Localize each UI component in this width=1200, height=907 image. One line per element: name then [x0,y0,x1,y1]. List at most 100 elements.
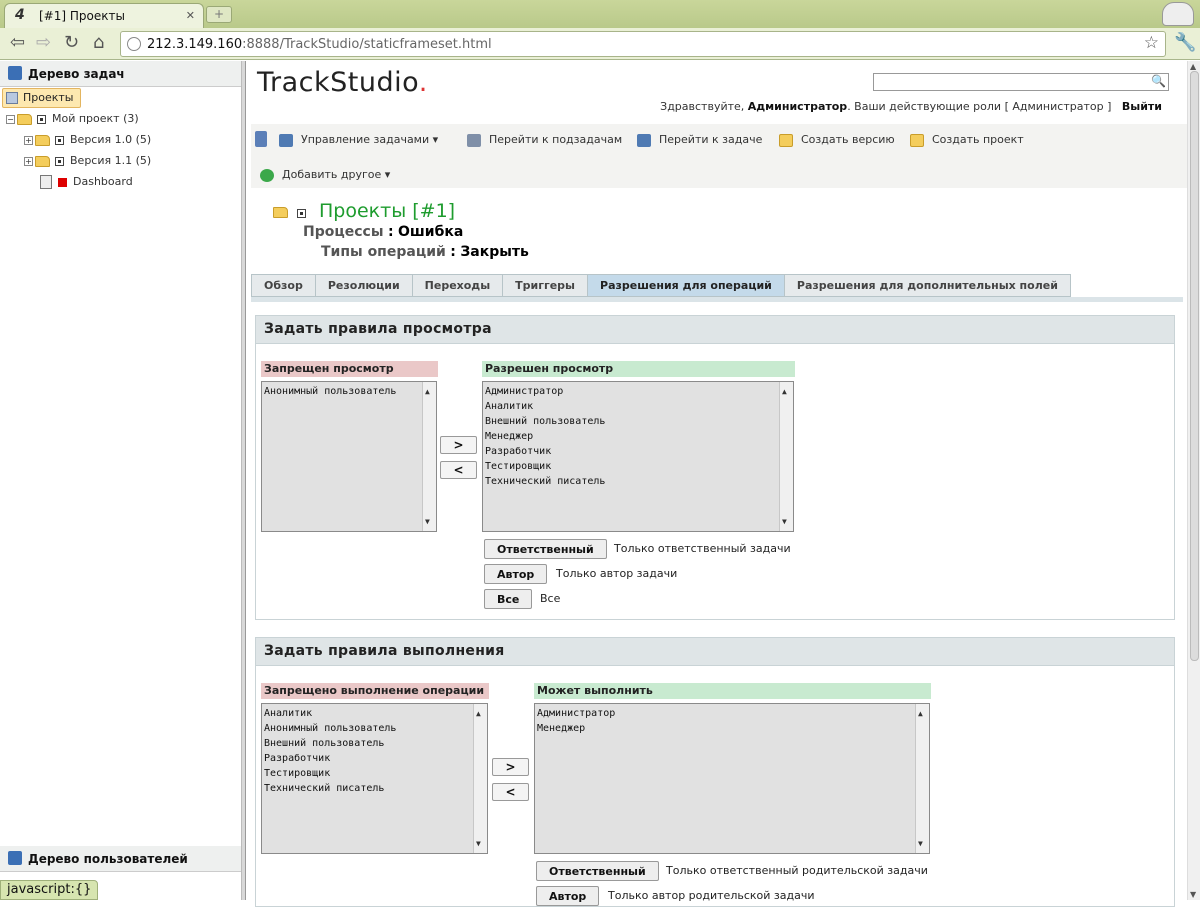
breadcrumb-process-value[interactable]: Ошибка [398,224,463,240]
scroll-down-icon[interactable]: ▼ [918,836,923,851]
create-project-button[interactable]: Создать проект [910,133,1024,147]
user-tree-header[interactable]: Дерево пользователей [0,846,241,872]
task-status-icon [37,114,46,124]
forward-icon[interactable]: ⇨ [36,32,51,53]
collapse-panel-icon[interactable] [255,131,267,147]
tree-root-label: Проекты [23,91,74,104]
page-scrollbar[interactable]: ▲ ▼ [1187,61,1200,900]
manage-tasks-menu[interactable]: Управление задачами ▾ [279,133,438,147]
list-item[interactable]: Менеджер [485,429,791,444]
add-other-label: Добавить другое [282,168,382,181]
exec-denied-list[interactable]: Аналитик Анонимный пользователь Внешний … [261,703,488,854]
favicon-icon: 4 [15,7,25,23]
list-item[interactable]: Менеджер [537,721,927,736]
trackstudio-logo[interactable]: TrackStudio. [257,67,428,98]
list-item[interactable]: Разработчик [485,444,791,459]
exec-denied-label: Запрещено выполнение операции [261,683,489,699]
scroll-up-icon[interactable]: ▲ [1190,62,1196,71]
list-item[interactable]: Анонимный пользователь [264,384,434,399]
move-right-button[interactable]: > [492,758,529,776]
home-icon[interactable]: ⌂ [93,32,104,53]
scroll-down-icon[interactable]: ▼ [425,514,430,529]
create-version-button[interactable]: Создать версию [779,133,895,147]
goto-task-button[interactable]: Перейти к задаче [637,133,762,147]
search-icon[interactable]: 🔍 [1151,74,1166,88]
exec-rules-section: Задать правила выполнения Запрещено выпо… [255,637,1175,907]
scroll-up-icon[interactable]: ▲ [782,384,787,399]
list-item[interactable]: Технический писатель [485,474,791,489]
scroll-up-icon[interactable]: ▲ [476,706,481,721]
exec-allowed-list[interactable]: Администратор Менеджер ▲ ▼ [534,703,930,854]
page-title[interactable]: Проекты [#1] [319,200,455,222]
scroll-down-icon[interactable]: ▼ [782,514,787,529]
logout-link[interactable]: Выйти [1122,100,1162,113]
view-denied-list[interactable]: Анонимный пользователь ▲ ▼ [261,381,437,532]
list-item[interactable]: Аналитик [264,706,485,721]
all-button[interactable]: Все [484,589,533,609]
chevron-down-icon: ▾ [384,168,391,181]
list-item[interactable]: Технический писатель [264,781,485,796]
list-item[interactable]: Тестировщик [485,459,791,474]
tab-transitions[interactable]: Переходы [411,274,503,297]
list-item[interactable]: Внешний пользователь [485,414,791,429]
scroll-thumb[interactable] [1190,71,1199,661]
wrench-icon[interactable]: 🔧 [1174,32,1196,53]
back-icon[interactable]: ⇦ [10,32,25,53]
tab-triggers[interactable]: Триггеры [502,274,588,297]
tab-overview[interactable]: Обзор [251,274,315,297]
list-item[interactable]: Тестировщик [264,766,485,781]
list-item[interactable]: Анонимный пользователь [264,721,485,736]
goto-subtasks-button[interactable]: Перейти к подзадачам [467,133,622,147]
breadcrumb-optype-key[interactable]: Типы операций [321,244,446,260]
browser-tabstrip: 4 [#1] Проекты ✕ + [0,0,1200,28]
list-item[interactable]: Администратор [537,706,927,721]
scroll-up-icon[interactable]: ▲ [425,384,430,399]
responsible-button[interactable]: Ответственный [484,539,607,559]
close-tab-icon[interactable]: ✕ [186,9,195,22]
author-button[interactable]: Автор [536,886,600,906]
list-scrollbar[interactable]: ▲ ▼ [915,704,929,853]
collapse-icon[interactable]: − [6,114,15,124]
list-item[interactable]: Разработчик [264,751,485,766]
breadcrumb-optype-value[interactable]: Закрыть [460,244,529,260]
tree-node-version-1-1[interactable]: + Версия 1.1 (5) [24,154,151,172]
tree-node-my-project[interactable]: − Мой проект (3) [6,112,139,130]
move-left-button[interactable]: < [440,461,477,479]
search-input[interactable]: 🔍 [873,73,1169,91]
list-item[interactable]: Внешний пользователь [264,736,485,751]
add-other-menu[interactable]: Добавить другое ▾ [260,168,390,182]
move-left-button[interactable]: < [492,783,529,801]
view-allowed-list[interactable]: Администратор Аналитик Внешний пользоват… [482,381,794,532]
address-bar[interactable]: 212.3.149.160:8888/TrackStudio/staticfra… [120,31,1166,57]
tab-resolutions[interactable]: Резолюции [314,274,412,297]
author-button[interactable]: Автор [484,564,548,584]
breadcrumb-process-key[interactable]: Процессы [303,224,384,240]
list-item[interactable]: Аналитик [485,399,791,414]
scroll-up-icon[interactable]: ▲ [918,706,923,721]
tab-field-permissions[interactable]: Разрешения для дополнительных полей [783,274,1071,297]
expand-icon[interactable]: + [24,135,33,145]
projects-icon [6,92,18,104]
folder-icon [273,207,288,218]
list-scrollbar[interactable]: ▲ ▼ [473,704,487,853]
tab-operation-permissions[interactable]: Разрешения для операций [587,274,784,297]
expand-icon[interactable]: + [24,156,33,166]
tree-node-version-1-0[interactable]: + Версия 1.0 (5) [24,133,151,151]
list-item[interactable]: Администратор [485,384,791,399]
scroll-down-icon[interactable]: ▼ [1190,890,1196,899]
tree-node-dashboard[interactable]: Dashboard [40,175,133,193]
new-tab-button[interactable]: + [206,6,232,23]
browser-tab[interactable]: 4 [#1] Проекты ✕ [4,3,204,28]
move-right-button[interactable]: > [440,436,477,454]
roles-text: . Ваши действующие роли [ Администратор … [847,100,1112,113]
folder-icon [779,133,793,147]
tree-root-projects[interactable]: Проекты [2,88,81,108]
reload-icon[interactable]: ↻ [64,32,79,53]
list-scrollbar[interactable]: ▲ ▼ [779,382,793,531]
folder-icon [35,134,50,146]
responsible-button[interactable]: Ответственный [536,861,659,881]
frame-splitter[interactable] [242,61,246,900]
bookmark-star-icon[interactable]: ☆ [1144,33,1159,53]
scroll-down-icon[interactable]: ▼ [476,836,481,851]
list-scrollbar[interactable]: ▲ ▼ [422,382,436,531]
